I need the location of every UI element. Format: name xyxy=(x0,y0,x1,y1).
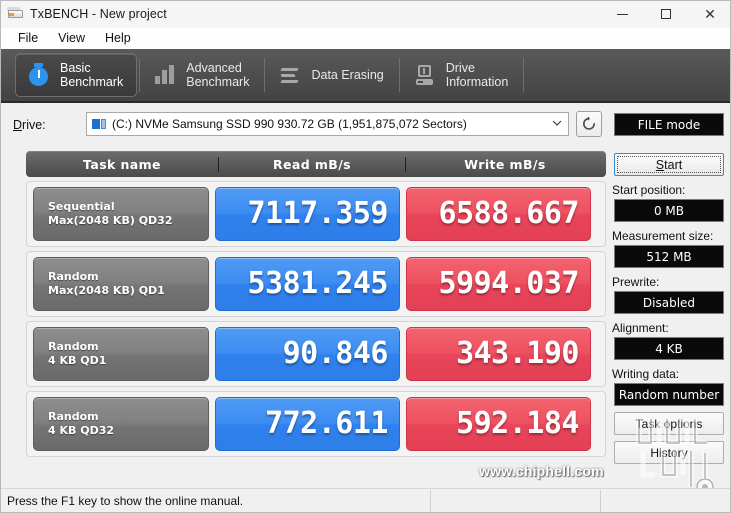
column-header-write: Write mB/s xyxy=(464,156,546,172)
start-position-value[interactable]: 0 MB xyxy=(614,199,724,222)
read-value-cell: 90.846 xyxy=(215,327,400,381)
eraser-icon xyxy=(277,61,303,89)
table-row[interactable]: Sequential Max(2048 KB) QD32 7117.359 65… xyxy=(26,181,606,247)
task-name-cell[interactable]: Random 4 KB QD32 xyxy=(33,397,209,451)
task-name-line1: Random xyxy=(48,410,99,423)
start-button-label: Start xyxy=(655,157,683,172)
read-value-cell: 772.611 xyxy=(215,397,400,451)
close-icon: ✕ xyxy=(704,6,716,22)
tab-drive-information[interactable]: Drive Information xyxy=(402,53,522,97)
column-header-task-name: Task name xyxy=(83,156,161,172)
drive-select-value: (C:) NVMe Samsung SSD 990 930.72 GB (1,9… xyxy=(112,117,467,131)
stopwatch-icon xyxy=(26,61,52,89)
menu-help[interactable]: Help xyxy=(96,29,140,48)
bar-chart-icon xyxy=(152,61,178,89)
task-name-line1: Random xyxy=(48,340,99,353)
tab-basic-benchmark-label: Basic Benchmark xyxy=(60,61,124,89)
tab-separator xyxy=(398,58,400,92)
refresh-icon xyxy=(581,116,597,132)
mode-display[interactable]: FILE mode xyxy=(614,113,724,136)
start-button[interactable]: Start xyxy=(614,153,724,176)
control-sidebar: FILE mode Start Start position: 0 MB Mea… xyxy=(609,113,729,464)
tab-separator xyxy=(523,58,525,92)
tab-separator xyxy=(139,58,141,92)
write-value-cell: 592.184 xyxy=(406,397,591,451)
window-controls: ✕ xyxy=(600,1,730,28)
writing-data-value[interactable]: Random number xyxy=(614,383,724,406)
title-bar: TxBENCH - New project ✕ xyxy=(1,1,730,28)
status-message: Press the F1 key to show the online manu… xyxy=(1,489,431,512)
drive-select[interactable]: (C:) NVMe Samsung SSD 990 930.72 GB (1,9… xyxy=(86,112,569,136)
column-header-read: Read mB/s xyxy=(218,156,406,172)
benchmark-results: Task name Read mB/s Write mB/s Sequentia… xyxy=(9,151,606,481)
maximize-icon xyxy=(661,9,671,19)
tab-strip: Basic Benchmark Advanced Benchmark Data … xyxy=(1,49,730,103)
table-row[interactable]: Random 4 KB QD1 90.846 343.190 xyxy=(26,321,606,387)
task-name-line2: Max(2048 KB) QD32 xyxy=(48,214,173,227)
tab-drive-information-label: Drive Information xyxy=(445,61,509,89)
minimize-button[interactable] xyxy=(600,1,644,28)
task-name-cell[interactable]: Random Max(2048 KB) QD1 xyxy=(33,257,209,311)
app-icon xyxy=(7,6,25,22)
read-value-cell: 5381.245 xyxy=(215,257,400,311)
tab-advanced-benchmark[interactable]: Advanced Benchmark xyxy=(142,53,262,97)
window-title: TxBENCH - New project xyxy=(30,7,167,21)
task-name-line1: Random xyxy=(48,270,99,283)
start-position-label: Start position: xyxy=(612,183,686,197)
drive-info-icon xyxy=(412,61,438,89)
read-value-cell: 7117.359 xyxy=(215,187,400,241)
tab-data-erasing[interactable]: Data Erasing xyxy=(267,53,396,97)
prewrite-value[interactable]: Disabled xyxy=(614,291,724,314)
minimize-icon xyxy=(616,13,628,15)
txbench-window: TxBENCH - New project ✕ File View Help B… xyxy=(0,0,731,513)
task-name-cell[interactable]: Sequential Max(2048 KB) QD32 xyxy=(33,187,209,241)
menu-view[interactable]: View xyxy=(49,29,94,48)
tab-advanced-benchmark-label: Advanced Benchmark xyxy=(186,61,250,89)
drive-label: Drive: xyxy=(13,118,46,132)
write-value-cell: 5994.037 xyxy=(406,257,591,311)
task-name-line2: 4 KB QD1 xyxy=(48,354,107,367)
write-value-cell: 343.190 xyxy=(406,327,591,381)
alignment-label: Alignment: xyxy=(612,321,669,335)
tab-separator xyxy=(264,58,266,92)
table-row[interactable]: Random Max(2048 KB) QD1 5381.245 5994.03… xyxy=(26,251,606,317)
menu-bar: File View Help xyxy=(1,28,730,49)
tab-basic-benchmark[interactable]: Basic Benchmark xyxy=(15,53,138,97)
menu-file[interactable]: File xyxy=(9,29,47,48)
task-name-cell[interactable]: Random 4 KB QD1 xyxy=(33,327,209,381)
task-name-line2: 4 KB QD32 xyxy=(48,424,115,437)
tab-data-erasing-label: Data Erasing xyxy=(311,68,384,82)
maximize-button[interactable] xyxy=(644,1,688,28)
alignment-value[interactable]: 4 KB xyxy=(614,337,724,360)
chevron-down-icon xyxy=(548,119,566,130)
measurement-size-value[interactable]: 512 MB xyxy=(614,245,724,268)
prewrite-label: Prewrite: xyxy=(612,275,660,289)
status-pane-2 xyxy=(431,489,601,512)
results-header-row: Task name Read mB/s Write mB/s xyxy=(26,151,606,177)
task-name-line2: Max(2048 KB) QD1 xyxy=(48,284,165,297)
task-name-line1: Sequential xyxy=(48,200,115,213)
task-options-button[interactable]: Task options xyxy=(614,412,724,435)
close-button[interactable]: ✕ xyxy=(688,1,730,28)
write-value-cell: 6588.667 xyxy=(406,187,591,241)
history-button[interactable]: History xyxy=(614,441,724,464)
writing-data-label: Writing data: xyxy=(612,367,680,381)
status-bar: Press the F1 key to show the online manu… xyxy=(1,488,730,512)
refresh-drives-button[interactable] xyxy=(576,111,602,137)
table-row[interactable]: Random 4 KB QD32 772.611 592.184 xyxy=(26,391,606,457)
status-pane-3 xyxy=(601,490,730,512)
drive-volume-icon xyxy=(92,118,107,131)
measurement-size-label: Measurement size: xyxy=(612,229,714,243)
